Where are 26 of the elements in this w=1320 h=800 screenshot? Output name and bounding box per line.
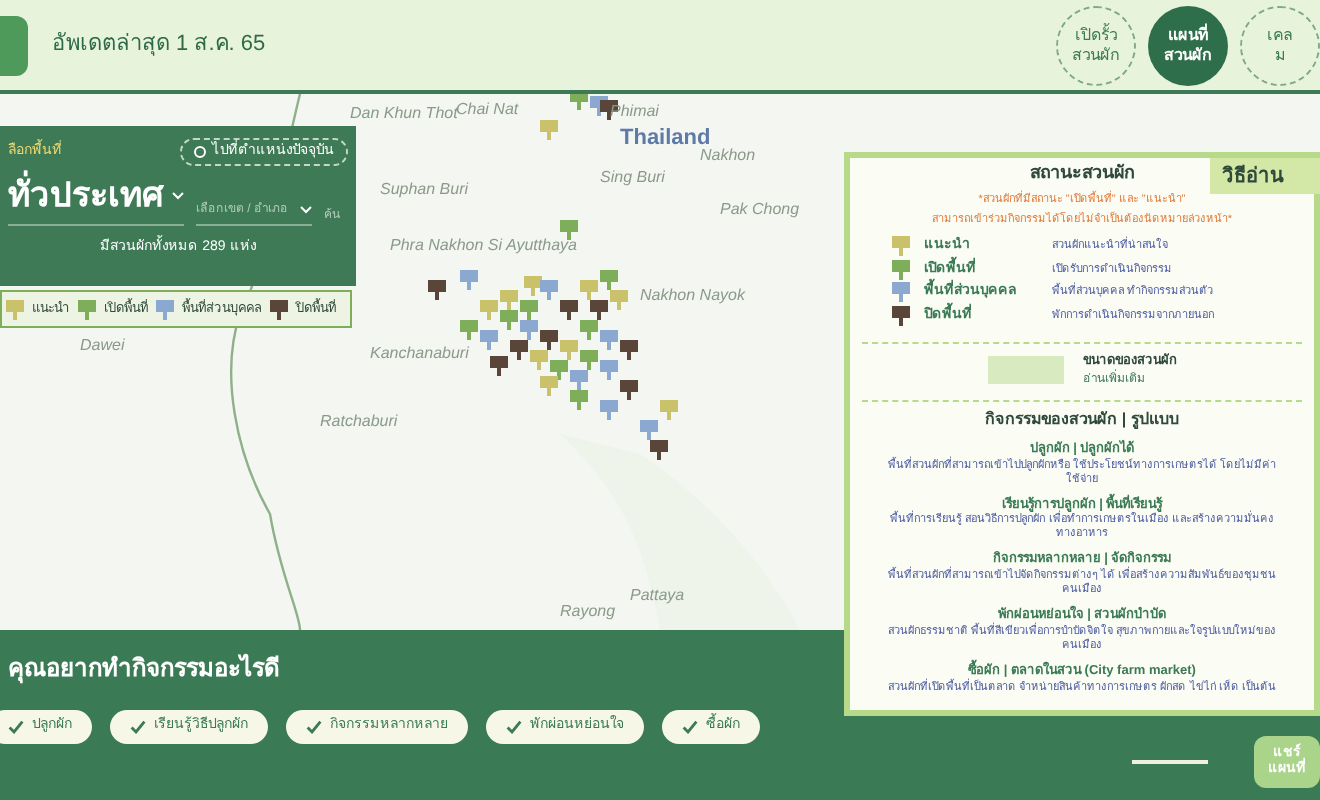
activity-question: คุณอยากทำกิจกรรมอะไรดี	[8, 651, 280, 686]
map-label: Pattaya	[630, 584, 685, 608]
chevron-icon	[172, 191, 184, 200]
map-label: Chai Nat	[456, 98, 519, 118]
map-label: Phra Nakhon Si Ayutthaya	[390, 234, 577, 258]
map-label: Nakhon Nayok	[640, 284, 745, 308]
activities-title: กิจกรรมของสวนผัก | รูปแบบ	[985, 407, 1179, 432]
map-label: Sing Buri	[600, 166, 665, 190]
map-label: Ratchaburi	[320, 410, 398, 434]
nav-button[interactable]: แผนที่ สวนผัก	[1148, 6, 1228, 86]
update-date: อัพเดตล่าสุด 1 ส.ค. 65	[52, 30, 266, 61]
size-scale-icon	[987, 356, 1063, 385]
map-label: Pak Chong	[720, 198, 800, 222]
status-title: สถานะสวนผัก	[1030, 160, 1134, 186]
guide-tab[interactable]: วิธีอ่าน	[1210, 158, 1320, 194]
nav-button[interactable]: เปิดรั้ว สวนผัก	[1056, 6, 1136, 86]
locate-icon	[194, 146, 206, 158]
chevron-icon	[300, 206, 313, 214]
nav-button[interactable]: เคล ม	[1240, 6, 1320, 86]
map-label: Rayong	[560, 600, 616, 624]
region-dropdown[interactable]: ทั่วประเทศ	[8, 170, 184, 225]
map-label: Suphan Buri	[380, 178, 469, 202]
map-label: Dawei	[80, 334, 125, 358]
map-label: Kanchanaburi	[370, 342, 469, 366]
map-label: Dan Khun Thot	[350, 104, 458, 126]
map-label: Nakhon	[700, 145, 756, 168]
